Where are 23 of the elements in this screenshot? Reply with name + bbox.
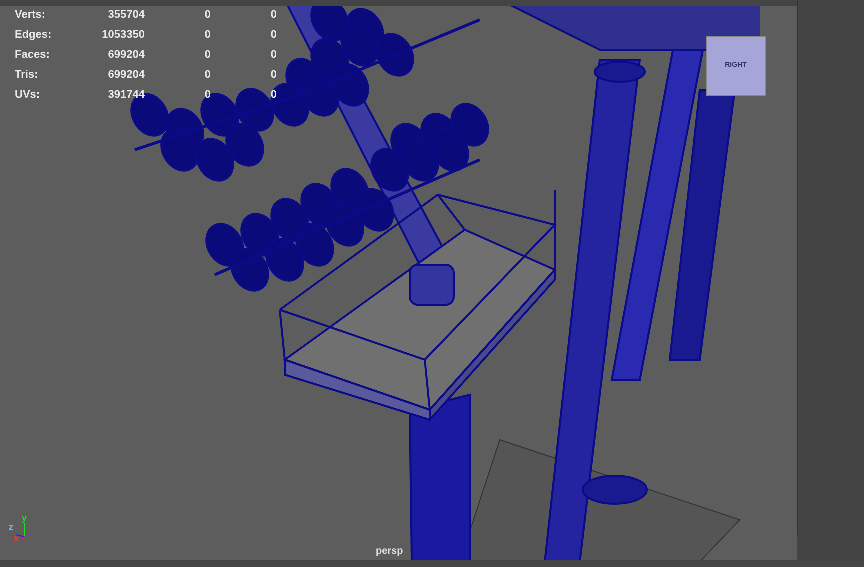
- stat-value: 0: [204, 29, 211, 42]
- stat-value: 0: [204, 69, 211, 82]
- stat-value: 355704: [107, 9, 145, 22]
- stat-label: Verts:: [15, 9, 47, 22]
- axis-label: x: [14, 533, 20, 543]
- camera-label: persp: [376, 545, 404, 559]
- stat-label: Tris:: [15, 69, 40, 82]
- stat-value: 0: [270, 49, 277, 62]
- stat-label: UVs:: [15, 89, 42, 102]
- stat-value: 0: [204, 9, 211, 22]
- axis-label: z: [9, 522, 14, 532]
- stat-value: 699204: [107, 49, 145, 62]
- stat-value: 0: [270, 9, 277, 22]
- axis-label: y: [22, 513, 28, 523]
- stat-label: Faces:: [15, 49, 51, 62]
- stat-value: 0: [270, 29, 277, 42]
- stat-value: 699204: [107, 69, 145, 82]
- stat-label: Edges:: [15, 29, 53, 42]
- stat-value: 1053350: [101, 29, 145, 42]
- stat-value: 0: [204, 49, 211, 62]
- stat-value: 391744: [107, 89, 145, 102]
- stat-value: 0: [270, 89, 277, 102]
- stat-value: 0: [270, 69, 277, 82]
